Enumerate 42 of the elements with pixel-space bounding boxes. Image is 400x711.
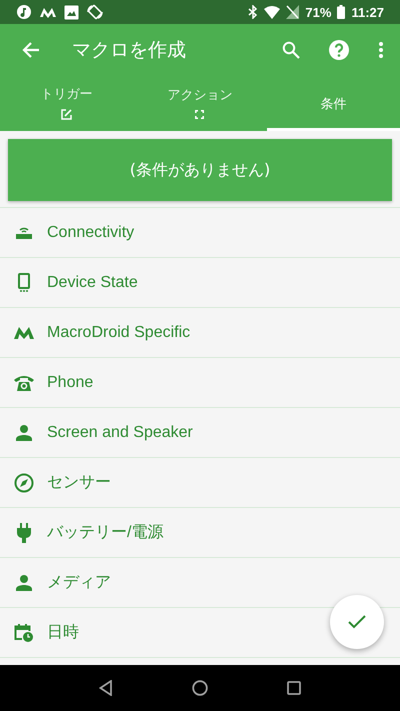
checkmark-icon (348, 615, 366, 629)
back-nav-icon[interactable] (99, 680, 114, 696)
compass-icon (14, 472, 34, 492)
confirm-button[interactable] (330, 595, 384, 649)
expand-icon (195, 110, 204, 118)
back-arrow-icon (22, 41, 40, 59)
telephone-icon (12, 374, 34, 392)
person-icon (16, 574, 32, 590)
rotate-icon (87, 4, 103, 20)
category-item[interactable]: Device State (0, 258, 400, 308)
no-sim-signal-icon (286, 5, 300, 19)
image-icon (64, 4, 79, 20)
no-conditions-button[interactable]: (条件がありません) (8, 139, 392, 201)
battery-icon (337, 5, 346, 19)
home-nav-icon[interactable] (192, 680, 208, 696)
router-icon (14, 226, 32, 240)
bluetooth-icon (248, 5, 258, 19)
mobile-phone-icon (18, 272, 30, 292)
tab[interactable]: 条件 (266, 76, 400, 131)
category-item[interactable]: Screen and Speaker (0, 408, 400, 458)
category-item[interactable]: センサー (0, 458, 400, 508)
category-item[interactable]: Phone (0, 358, 400, 408)
wifi-icon (264, 6, 280, 18)
tab[interactable]: トリガー (0, 76, 134, 131)
recents-nav-icon[interactable] (286, 681, 301, 695)
clock-time: 11:27 (351, 4, 384, 20)
category-item[interactable]: MacroDroid Specific (0, 308, 400, 358)
person-icon (16, 424, 32, 440)
category-item[interactable]: バッテリー/電源 (0, 508, 400, 558)
plug-icon (16, 522, 30, 542)
help-icon (328, 39, 350, 61)
calendar-clock-icon (14, 622, 34, 642)
tab[interactable]: アクション (133, 76, 267, 131)
more-options-icon (378, 41, 384, 59)
battery-percentage: 71% (305, 4, 332, 20)
music-icon (16, 4, 32, 20)
search-icon (282, 41, 300, 59)
m-logo-icon (14, 326, 34, 339)
edit-box-icon (61, 108, 72, 120)
m-logo-icon (40, 6, 56, 18)
screen-title: マクロを作成 (72, 38, 187, 63)
category-item[interactable]: Connectivity (0, 208, 400, 258)
